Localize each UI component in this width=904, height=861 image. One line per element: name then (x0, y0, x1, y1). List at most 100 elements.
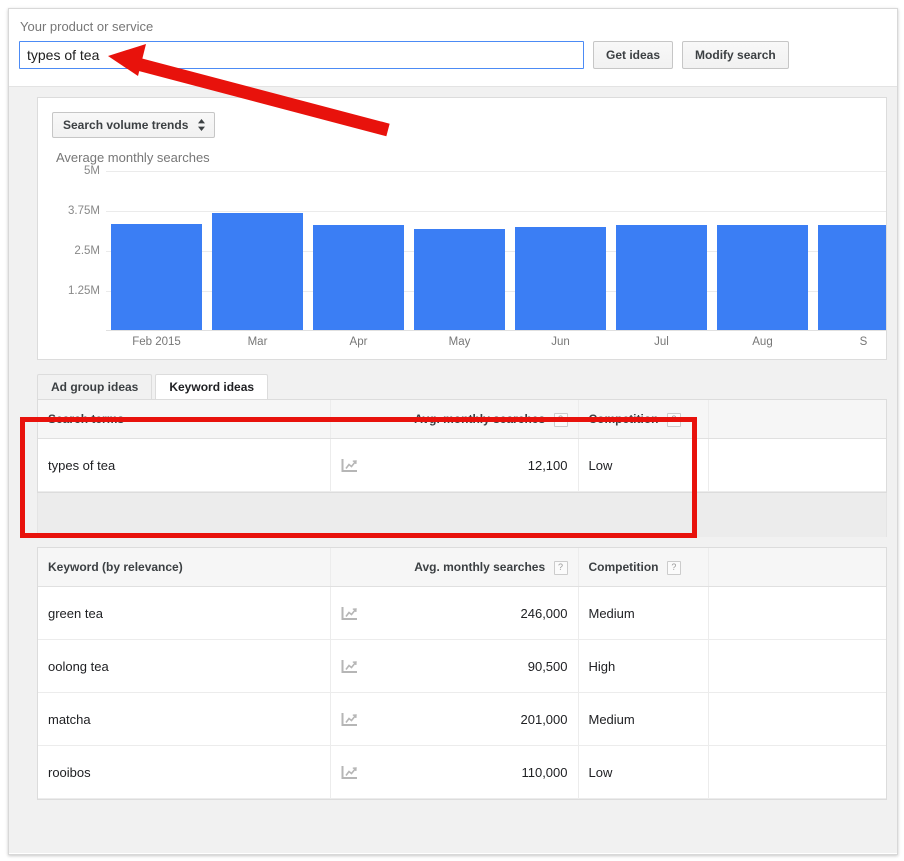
cell-volume-value: 246,000 (520, 605, 568, 621)
header-competition[interactable]: Competition ? (578, 548, 708, 587)
cell-competition: High (578, 639, 709, 693)
help-icon[interactable]: ? (553, 560, 568, 575)
header-competition[interactable]: Competition ? (578, 400, 708, 439)
chart-y-tick-label: 2.5M (74, 245, 100, 257)
cell-extra (708, 438, 886, 492)
chart-bar-slot (611, 171, 712, 331)
search-volume-trends-label: Search volume trends (63, 118, 189, 132)
search-terms-table-body: types of tea 12,100 Low (38, 438, 886, 492)
chart-plot-area: 5M 3.75M 2.5M 1.25M (38, 165, 886, 331)
header-avg-monthly-searches[interactable]: Avg. monthly searches ? (330, 400, 578, 439)
chart-bar[interactable] (111, 223, 202, 331)
cell-extra (708, 586, 886, 640)
chart-bar-slot (308, 171, 409, 331)
chart-x-tick-label: Feb 2015 (132, 336, 181, 348)
cell-volume: 90,500 (330, 639, 579, 693)
tab-ad-group-ideas[interactable]: Ad group ideas (37, 374, 153, 399)
cell-term: matcha (38, 692, 331, 746)
header-extra-column (708, 400, 886, 439)
chart-bar-slot (106, 171, 207, 331)
trend-chart-icon[interactable] (341, 765, 358, 780)
trend-chart-icon[interactable] (341, 606, 358, 621)
header-competition-label: Competition (588, 411, 659, 426)
search-volume-chart-card: Search volume trends Average monthly sea… (37, 97, 887, 360)
chart-bar-slot (207, 171, 308, 331)
help-icon[interactable]: ? (553, 412, 568, 427)
table-row[interactable]: matcha 201,000 Medium (38, 692, 886, 746)
chart-x-tick-label: Aug (752, 336, 773, 348)
table-row[interactable]: types of tea 12,100 Low (38, 438, 886, 492)
chart-bar[interactable] (313, 225, 404, 331)
chart-x-axis-labels: Feb 2015 Mar Apr May Jun Jul Aug S (106, 331, 886, 353)
content-area: Search volume trends Average monthly sea… (9, 87, 897, 853)
cell-term: rooibos (38, 745, 331, 799)
header-competition-label: Competition (588, 559, 659, 574)
search-header: Your product or service Get ideas Modify… (9, 9, 897, 87)
header-keyword-by-relevance[interactable]: Keyword (by relevance) (38, 548, 330, 587)
table-header-row: Keyword (by relevance) Avg. monthly sear… (38, 548, 886, 587)
chart-y-tick-label: 5M (84, 165, 100, 177)
cell-volume: 12,100 (330, 438, 579, 492)
chart-bar[interactable] (212, 212, 303, 331)
header-avg-monthly-searches-label: Avg. monthly searches (414, 411, 546, 426)
cell-volume-value: 201,000 (520, 711, 568, 727)
chart-x-tick-label: Apr (349, 336, 368, 348)
chart-x-tick-label: Mar (247, 336, 268, 348)
chart-x-tick-label: Jun (551, 336, 570, 348)
keyword-ideas-table-body: green tea 246,000 Medium oolong tea 90,500 Hi… (38, 586, 886, 799)
chart-bar-slot (813, 171, 886, 331)
help-icon[interactable]: ? (666, 412, 681, 427)
cell-volume: 110,000 (330, 745, 579, 799)
chart-bar[interactable] (818, 225, 886, 331)
cell-volume: 246,000 (330, 586, 579, 640)
chart-bar-slot (510, 171, 611, 331)
cell-extra (708, 745, 886, 799)
chart-x-tick-label: May (448, 336, 471, 348)
chart-bar-slot (409, 171, 510, 331)
cell-competition: Medium (578, 586, 709, 640)
modify-search-button[interactable]: Modify search (682, 41, 789, 69)
up-down-chevron-icon (197, 118, 206, 132)
trend-chart-icon[interactable] (341, 659, 358, 674)
search-terms-table: Search terms Avg. monthly searches ? Com… (38, 400, 886, 492)
trend-chart-icon[interactable] (341, 712, 358, 727)
header-avg-monthly-searches[interactable]: Avg. monthly searches ? (330, 548, 578, 587)
table-separator-band (37, 493, 887, 537)
chart-y-tick-label: 1.25M (68, 285, 100, 297)
chart-bar[interactable] (616, 225, 707, 331)
table-row[interactable]: oolong tea 90,500 High (38, 639, 886, 693)
search-row: Get ideas Modify search (19, 41, 897, 69)
cell-extra (708, 639, 886, 693)
header-extra-column (708, 548, 886, 587)
cell-volume-value: 12,100 (527, 457, 568, 473)
chart-x-tick-label: Jul (654, 336, 669, 348)
cell-volume-value: 90,500 (527, 658, 568, 674)
tab-keyword-ideas[interactable]: Keyword ideas (155, 374, 269, 399)
app-window: Your product or service Get ideas Modify… (8, 8, 898, 855)
search-terms-table-card: Search terms Avg. monthly searches ? Com… (37, 399, 887, 493)
chart-bars (106, 171, 886, 331)
chart-title: Average monthly searches (56, 150, 210, 165)
search-volume-trends-select[interactable]: Search volume trends (52, 112, 216, 138)
search-input[interactable] (19, 41, 584, 69)
header-avg-monthly-searches-label: Avg. monthly searches (414, 559, 546, 574)
header-keyword-label: Keyword (by relevance) (48, 560, 183, 574)
chart-bar[interactable] (717, 225, 808, 331)
cell-term: green tea (38, 586, 331, 640)
cell-competition: Low (578, 438, 709, 492)
table-row[interactable]: rooibos 110,000 Low (38, 745, 886, 799)
chart-bar[interactable] (414, 228, 505, 331)
keyword-ideas-table: Keyword (by relevance) Avg. monthly sear… (38, 548, 886, 799)
cell-term: types of tea (38, 438, 331, 492)
chart-bar-slot (712, 171, 813, 331)
cell-extra (708, 692, 886, 746)
chart-bar[interactable] (515, 227, 606, 331)
help-icon[interactable]: ? (666, 560, 681, 575)
cell-competition: Low (578, 745, 709, 799)
table-row[interactable]: green tea 246,000 Medium (38, 586, 886, 640)
header-search-terms[interactable]: Search terms (38, 400, 330, 439)
get-ideas-button[interactable]: Get ideas (593, 41, 674, 69)
chart-y-tick-label: 3.75M (68, 205, 100, 217)
trend-chart-icon[interactable] (341, 458, 358, 473)
cell-term: oolong tea (38, 639, 331, 693)
